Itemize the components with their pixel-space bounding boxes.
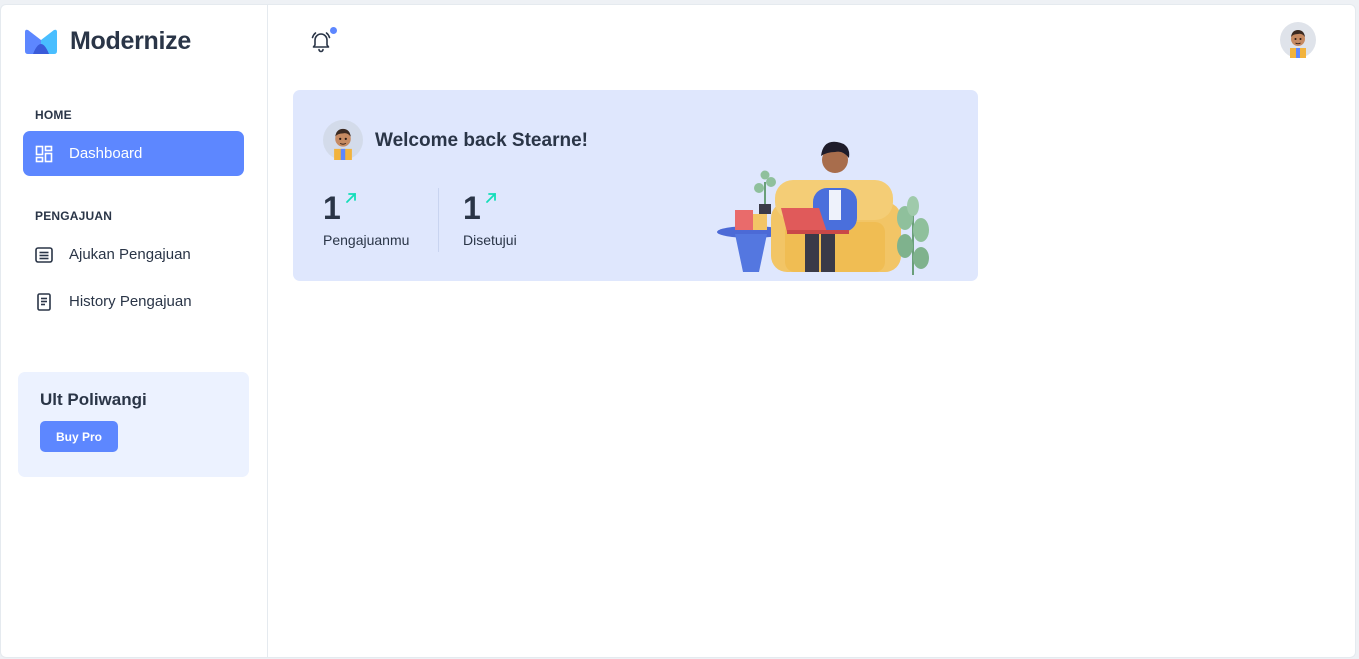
section-label-pengajuan: PENGAJUAN [35, 209, 113, 223]
sidebar-item-dashboard[interactable]: Dashboard [23, 131, 244, 176]
promo-card: Ult Poliwangi Buy Pro [18, 372, 249, 477]
promo-title: Ult Poliwangi [40, 390, 147, 409]
brand-logo-icon [25, 29, 57, 54]
welcome-card: Welcome back Stearne! 1 Pengajuanmu 1 Di… [293, 90, 978, 281]
sidebar-item-label: History Pengajuan [69, 293, 192, 310]
arrow-up-right-icon [485, 193, 496, 203]
sidebar-item-ajukan-pengajuan[interactable]: Ajukan Pengajuan [23, 232, 244, 277]
sidebar: Modernize HOME Dashboard PENGAJUAN Ajuka… [1, 5, 268, 657]
welcome-avatar [323, 120, 363, 160]
sidebar-item-history-pengajuan[interactable]: History Pengajuan [23, 279, 244, 324]
bell-icon [311, 32, 331, 53]
app-window: Modernize HOME Dashboard PENGAJUAN Ajuka… [0, 4, 1356, 658]
dashboard-icon [35, 145, 53, 163]
stat-value: 1 [323, 190, 341, 226]
stat-value: 1 [463, 190, 481, 226]
user-avatar[interactable] [1280, 22, 1316, 58]
arrow-up-right-icon [345, 193, 356, 203]
stat-divider [438, 188, 439, 252]
stat-pengajuanmu: 1 Pengajuanmu [323, 190, 409, 248]
brand-name: Modernize [70, 27, 191, 55]
notification-dot [330, 27, 337, 34]
brand[interactable]: Modernize [23, 27, 191, 56]
section-label-home: HOME [35, 108, 72, 122]
welcome-illustration [717, 141, 929, 275]
sidebar-item-label: Ajukan Pengajuan [69, 246, 191, 263]
sidebar-item-label: Dashboard [69, 145, 143, 162]
stat-disetujui: 1 Disetujui [463, 190, 517, 248]
document-icon [35, 292, 53, 311]
stat-label: Disetujui [463, 232, 517, 248]
notification-button[interactable] [309, 29, 333, 53]
stat-label: Pengajuanmu [323, 232, 410, 248]
list-icon [35, 246, 53, 264]
buy-pro-button[interactable]: Buy Pro [40, 421, 118, 452]
welcome-title: Welcome back Stearne! [375, 130, 588, 151]
